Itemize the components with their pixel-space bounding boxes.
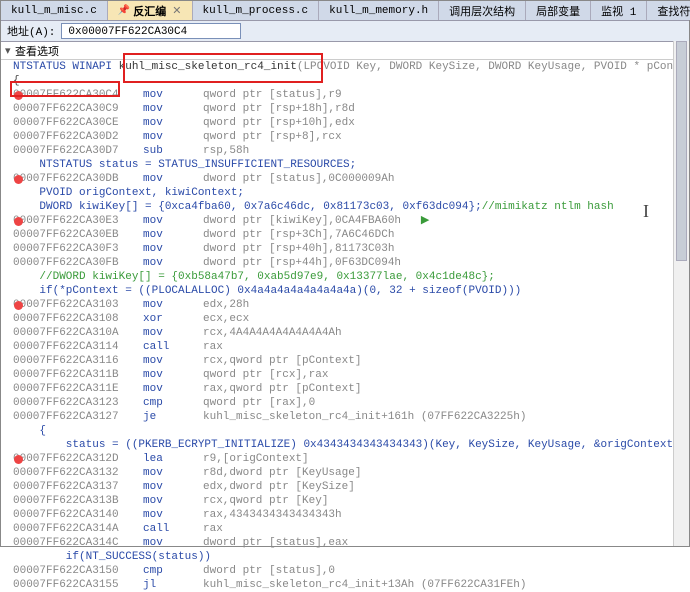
asm-line[interactable]: if(NT_SUCCESS(status)) xyxy=(13,550,689,564)
asm-line[interactable]: 00007FF622CA3155jlkuhl_misc_skeleton_rc4… xyxy=(13,578,689,592)
asm-line[interactable]: 00007FF622CA30D7subrsp,58h xyxy=(13,144,689,158)
asm-line[interactable]: 00007FF622CA312Dlear9,[origContext] xyxy=(13,452,689,466)
tab-label: 局部变量 xyxy=(536,3,580,19)
tab-局部变量[interactable]: 局部变量 xyxy=(526,1,591,20)
tab-label: 查找符号结果 xyxy=(657,3,690,19)
tab-kull_m_memory.h[interactable]: kull_m_memory.h xyxy=(319,1,439,20)
asm-line[interactable]: DWORD kiwiKey[] = {0xca4fba60, 0x7a6c46d… xyxy=(13,200,689,214)
asm-line[interactable]: 00007FF622CA30DBmovdword ptr [status],0C… xyxy=(13,172,689,186)
asm-line[interactable]: 00007FF622CA311Bmovqword ptr [rcx],rax xyxy=(13,368,689,382)
disassembly-listing[interactable]: NTSTATUS WINAPI kuhl_misc_skeleton_rc4_i… xyxy=(1,60,689,592)
tab-label: 调用层次结构 xyxy=(449,3,515,19)
asm-line[interactable]: NTSTATUS WINAPI kuhl_misc_skeleton_rc4_i… xyxy=(13,60,689,74)
asm-line[interactable]: 00007FF622CA3123cmpqword ptr [rax],0 xyxy=(13,396,689,410)
asm-line[interactable]: 00007FF622CA30D2movqword ptr [rsp+8],rcx xyxy=(13,130,689,144)
asm-line[interactable]: 00007FF622CA3150cmpdword ptr [status],0 xyxy=(13,564,689,578)
breakpoint-icon[interactable] xyxy=(14,301,23,310)
asm-line[interactable]: 00007FF622CA3132movr8d,dword ptr [KeyUsa… xyxy=(13,466,689,480)
asm-line[interactable]: 00007FF622CA3137movedx,dword ptr [KeySiz… xyxy=(13,480,689,494)
close-icon[interactable]: ✕ xyxy=(172,4,181,18)
asm-line[interactable]: PVOID origContext, kiwiContext; xyxy=(13,186,689,200)
asm-line[interactable]: 00007FF622CA30EBmovdword ptr [rsp+3Ch],7… xyxy=(13,228,689,242)
view-options-label: 查看选项 xyxy=(15,43,59,59)
asm-line[interactable]: 00007FF622CA3108xorecx,ecx xyxy=(13,312,689,326)
tab-label: kull_m_misc.c xyxy=(11,5,97,17)
scrollbar-thumb[interactable] xyxy=(676,41,687,261)
asm-line[interactable]: 00007FF622CA3127jekuhl_misc_skeleton_rc4… xyxy=(13,410,689,424)
tab-label: 监视 1 xyxy=(601,3,636,19)
tab-反汇编[interactable]: 📌反汇编 ✕ xyxy=(108,1,193,20)
text-cursor-icon: I xyxy=(643,201,649,222)
tab-调用层次结构[interactable]: 调用层次结构 xyxy=(439,1,526,20)
asm-line[interactable]: if(*pContext = ((PLOCALALLOC) 0x4a4a4a4a… xyxy=(13,284,689,298)
tab-label: kull_m_process.c xyxy=(203,5,309,17)
asm-line[interactable]: 00007FF622CA311Emovrax,qword ptr [pConte… xyxy=(13,382,689,396)
address-label: 地址(A): xyxy=(7,23,55,39)
asm-line[interactable]: { xyxy=(13,74,689,88)
breakpoint-icon[interactable] xyxy=(14,455,23,464)
asm-line[interactable]: 00007FF622CA30FBmovdword ptr [rsp+44h],0… xyxy=(13,256,689,270)
breakpoint-icon[interactable] xyxy=(14,175,23,184)
scrollbar[interactable] xyxy=(673,41,689,546)
asm-line[interactable]: status = ((PKERB_ECRYPT_INITIALIZE) 0x43… xyxy=(13,438,689,452)
asm-line[interactable]: 00007FF622CA314Cmovdword ptr [status],ea… xyxy=(13,536,689,550)
pin-icon: 📌 xyxy=(118,5,130,17)
asm-line[interactable]: 00007FF622CA313Bmovrcx,qword ptr [Key] xyxy=(13,494,689,508)
asm-line[interactable]: 00007FF622CA30C9movqword ptr [rsp+18h],r… xyxy=(13,102,689,116)
asm-line[interactable]: 00007FF622CA30C4movqword ptr [status],r9 xyxy=(13,88,689,102)
asm-line[interactable]: 00007FF622CA30E3movdword ptr [kiwiKey],0… xyxy=(13,214,689,228)
tab-kull_m_misc.c[interactable]: kull_m_misc.c xyxy=(1,1,108,20)
tab-bar: kull_m_misc.c 📌反汇编 ✕ kull_m_process.c kull_m… xyxy=(1,1,689,21)
tab-查找符号结果[interactable]: 查找符号结果 xyxy=(647,1,690,20)
asm-line[interactable]: //DWORD kiwiKey[] = {0xb58a47b7, 0xab5d9… xyxy=(13,270,689,284)
asm-line[interactable]: NTSTATUS status = STATUS_INSUFFICIENT_RE… xyxy=(13,158,689,172)
tab-label: 反汇编 xyxy=(133,3,166,19)
asm-line[interactable]: 00007FF622CA3140movrax,4343434343434343h xyxy=(13,508,689,522)
asm-line[interactable]: { xyxy=(13,424,689,438)
asm-line[interactable]: 00007FF622CA3114callrax xyxy=(13,340,689,354)
asm-line[interactable]: 00007FF622CA30CEmovqword ptr [rsp+10h],e… xyxy=(13,116,689,130)
address-input[interactable]: 0x00007FF622CA30C4 xyxy=(61,23,241,39)
tab-label: kull_m_memory.h xyxy=(329,5,428,17)
asm-line[interactable]: 00007FF622CA314Acallrax xyxy=(13,522,689,536)
asm-line[interactable]: 00007FF622CA3116movrcx,qword ptr [pConte… xyxy=(13,354,689,368)
tab-监视 1[interactable]: 监视 1 xyxy=(591,1,647,20)
tab-kull_m_process.c[interactable]: kull_m_process.c xyxy=(193,1,320,20)
address-bar: 地址(A): 0x00007FF622CA30C4 xyxy=(1,21,689,42)
breakpoint-icon[interactable] xyxy=(14,217,23,226)
asm-line[interactable]: 00007FF622CA3103movedx,28h xyxy=(13,298,689,312)
chevron-down-icon: ▾ xyxy=(5,44,15,58)
asm-line[interactable]: 00007FF622CA310Amovrcx,4A4A4A4A4A4A4A4Ah xyxy=(13,326,689,340)
asm-line[interactable]: 00007FF622CA30F3movdword ptr [rsp+40h],8… xyxy=(13,242,689,256)
view-options[interactable]: ▾ 查看选项 xyxy=(1,42,689,60)
breakpoint-icon[interactable] xyxy=(14,91,23,100)
